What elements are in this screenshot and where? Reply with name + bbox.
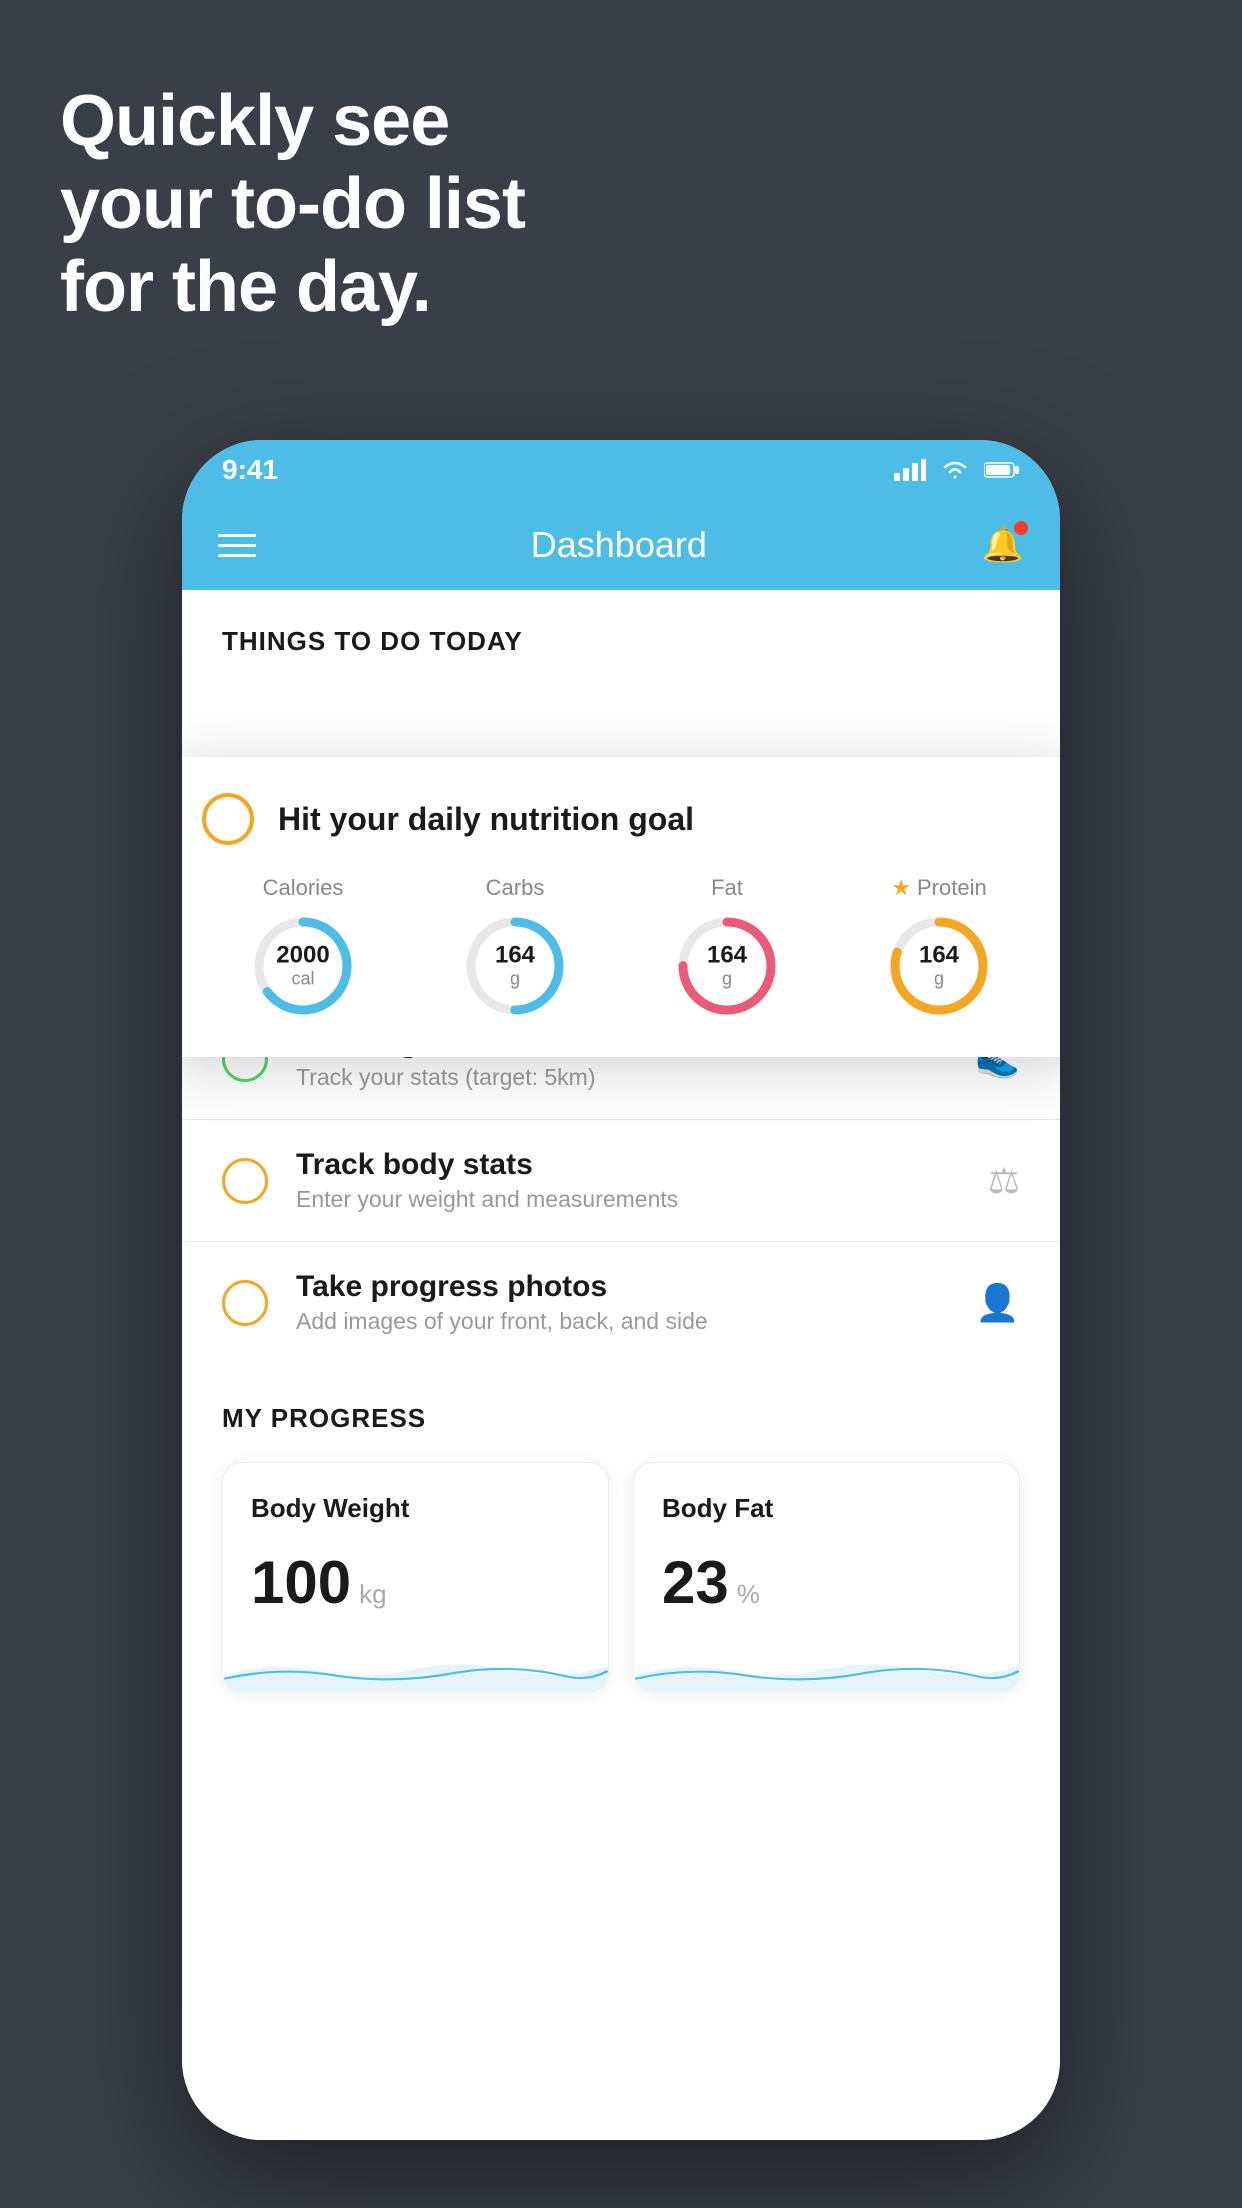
progress-card-title: Body Weight — [251, 1493, 580, 1524]
donut-center: 164 g — [707, 942, 747, 989]
nutrition-label: ★ Protein — [891, 875, 986, 901]
phone-mockup: 9:41 D — [182, 440, 1060, 2140]
todo-subtitle: Track your stats (target: 5km) — [296, 1064, 947, 1091]
nutrition-item-fat: Fat 164 g — [672, 875, 782, 1021]
donut-fat: 164 g — [672, 911, 782, 1021]
nutrition-label: Carbs — [486, 875, 545, 901]
todo-item[interactable]: Take progress photos Add images of your … — [182, 1241, 1060, 1363]
main-content: THINGS TO DO TODAY Hit your daily nutrit… — [182, 590, 1060, 2140]
progress-card-body-fat[interactable]: Body Fat 23 % — [633, 1462, 1020, 1692]
donut-protein: 164 g — [884, 911, 994, 1021]
todo-title: Track body stats — [296, 1148, 960, 1182]
nutrition-label: Fat — [711, 875, 743, 901]
status-icons — [894, 459, 1020, 481]
todo-text: Take progress photos Add images of your … — [296, 1270, 947, 1335]
todo-title: Take progress photos — [296, 1270, 947, 1304]
progress-value: 23 — [662, 1548, 729, 1617]
todo-item[interactable]: Track body stats Enter your weight and m… — [182, 1119, 1060, 1241]
notification-dot — [1014, 521, 1028, 535]
hero-text: Quickly see your to-do list for the day. — [60, 80, 525, 328]
top-nav: Dashboard 🔔 — [182, 500, 1060, 590]
todo-circle — [222, 1280, 268, 1326]
nutrition-row: Calories 2000 cal Carbs 164 g — [202, 875, 1040, 1021]
todo-subtitle: Enter your weight and measurements — [296, 1186, 960, 1213]
todo-circle-nutrition[interactable] — [202, 793, 254, 845]
card-title: Hit your daily nutrition goal — [278, 801, 694, 838]
donut-center: 164 g — [495, 942, 535, 989]
progress-value-row: 100 kg — [251, 1548, 580, 1617]
progress-header: MY PROGRESS — [222, 1403, 1020, 1434]
card-header: Hit your daily nutrition goal — [202, 793, 1040, 845]
signal-icon — [894, 459, 926, 481]
progress-unit: kg — [359, 1579, 386, 1610]
progress-section: MY PROGRESS Body Weight 100 kg Body Fat … — [182, 1403, 1060, 1692]
notification-bell[interactable]: 🔔 — [982, 525, 1024, 565]
nutrition-label: Calories — [263, 875, 344, 901]
donut-center: 164 g — [919, 942, 959, 989]
progress-card-title: Body Fat — [662, 1493, 991, 1524]
nutrition-card: Hit your daily nutrition goal Calories 2… — [182, 757, 1060, 1057]
status-time: 9:41 — [222, 454, 278, 486]
nutrition-item-carbs: Carbs 164 g — [460, 875, 570, 1021]
todo-subtitle: Add images of your front, back, and side — [296, 1308, 947, 1335]
wifi-icon — [940, 459, 970, 481]
progress-unit: % — [737, 1579, 760, 1610]
battery-icon — [984, 461, 1020, 479]
progress-value: 100 — [251, 1548, 351, 1617]
progress-cards: Body Weight 100 kg Body Fat 23 % — [222, 1462, 1020, 1692]
donut-center: 2000 cal — [276, 942, 329, 989]
donut-calories: 2000 cal — [248, 911, 358, 1021]
menu-button[interactable] — [218, 534, 256, 557]
status-bar: 9:41 — [182, 440, 1060, 500]
todo-action-icon: ⚖ — [988, 1160, 1020, 1202]
nav-title: Dashboard — [531, 524, 707, 566]
wave-chart — [223, 1641, 608, 1691]
nutrition-item-protein: ★ Protein 164 g — [884, 875, 994, 1021]
progress-card-body-weight[interactable]: Body Weight 100 kg — [222, 1462, 609, 1692]
things-today-header: THINGS TO DO TODAY — [182, 590, 1060, 677]
wave-chart — [634, 1641, 1019, 1691]
todo-action-icon: 👤 — [975, 1282, 1020, 1324]
donut-carbs: 164 g — [460, 911, 570, 1021]
todo-text: Track body stats Enter your weight and m… — [296, 1148, 960, 1213]
todo-circle — [222, 1158, 268, 1204]
progress-value-row: 23 % — [662, 1548, 991, 1617]
star-icon: ★ — [891, 875, 911, 901]
nutrition-item-calories: Calories 2000 cal — [248, 875, 358, 1021]
